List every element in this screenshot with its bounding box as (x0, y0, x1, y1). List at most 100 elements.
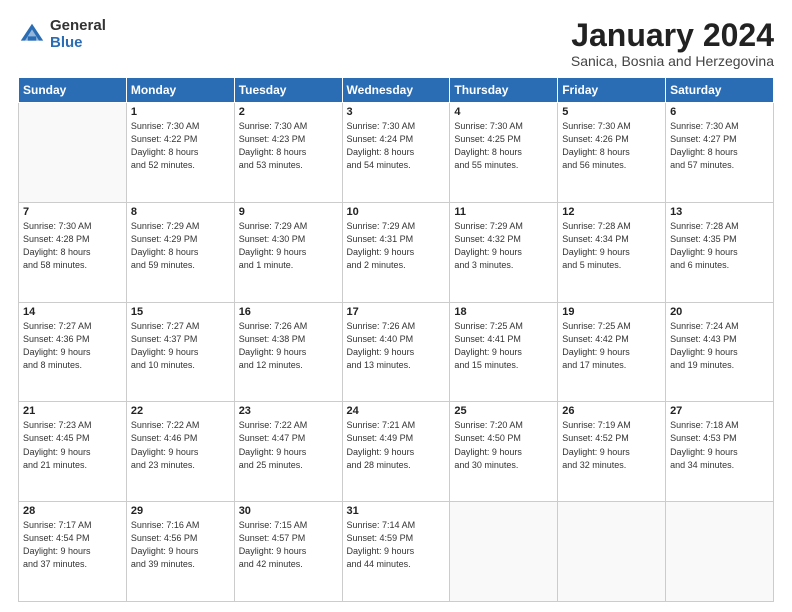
day-detail: Sunrise: 7:27 AM Sunset: 4:37 PM Dayligh… (131, 320, 230, 372)
month-title: January 2024 (571, 18, 774, 53)
day-number: 5 (562, 106, 661, 118)
logo: General Blue (18, 18, 106, 51)
location: Sanica, Bosnia and Herzegovina (571, 53, 774, 69)
day-detail: Sunrise: 7:26 AM Sunset: 4:38 PM Dayligh… (239, 320, 338, 372)
day-detail: Sunrise: 7:30 AM Sunset: 4:25 PM Dayligh… (454, 120, 553, 172)
day-detail: Sunrise: 7:30 AM Sunset: 4:24 PM Dayligh… (347, 120, 446, 172)
calendar-day-cell: 28 Sunrise: 7:17 AM Sunset: 4:54 PM Dayli… (19, 502, 127, 602)
day-number: 23 (239, 405, 338, 417)
logo-icon (18, 21, 46, 49)
weekday-header-cell: Tuesday (234, 78, 342, 103)
calendar-week-row: 7 Sunrise: 7:30 AM Sunset: 4:28 PM Daylig… (19, 202, 774, 302)
calendar-table: SundayMondayTuesdayWednesdayThursdayFrid… (18, 77, 774, 602)
calendar-day-cell (450, 502, 558, 602)
day-detail: Sunrise: 7:30 AM Sunset: 4:27 PM Dayligh… (670, 120, 769, 172)
day-number: 28 (23, 505, 122, 517)
day-detail: Sunrise: 7:30 AM Sunset: 4:23 PM Dayligh… (239, 120, 338, 172)
day-detail: Sunrise: 7:29 AM Sunset: 4:32 PM Dayligh… (454, 220, 553, 272)
day-number: 20 (670, 306, 769, 318)
day-number: 14 (23, 306, 122, 318)
day-number: 16 (239, 306, 338, 318)
day-detail: Sunrise: 7:27 AM Sunset: 4:36 PM Dayligh… (23, 320, 122, 372)
day-detail: Sunrise: 7:24 AM Sunset: 4:43 PM Dayligh… (670, 320, 769, 372)
day-detail: Sunrise: 7:22 AM Sunset: 4:47 PM Dayligh… (239, 419, 338, 471)
calendar-day-cell: 16 Sunrise: 7:26 AM Sunset: 4:38 PM Dayli… (234, 302, 342, 402)
calendar-day-cell: 31 Sunrise: 7:14 AM Sunset: 4:59 PM Dayli… (342, 502, 450, 602)
day-number: 8 (131, 206, 230, 218)
day-number: 11 (454, 206, 553, 218)
day-number: 18 (454, 306, 553, 318)
day-number: 21 (23, 405, 122, 417)
day-number: 9 (239, 206, 338, 218)
day-detail: Sunrise: 7:30 AM Sunset: 4:28 PM Dayligh… (23, 220, 122, 272)
calendar-day-cell: 12Sunrise: 7:28 AM Sunset: 4:34 PM Dayli… (558, 202, 666, 302)
calendar-week-row: 28 Sunrise: 7:17 AM Sunset: 4:54 PM Dayli… (19, 502, 774, 602)
calendar-day-cell: 17Sunrise: 7:26 AM Sunset: 4:40 PM Dayli… (342, 302, 450, 402)
calendar-day-cell: 26Sunrise: 7:19 AM Sunset: 4:52 PM Dayli… (558, 402, 666, 502)
logo-general-text: General (50, 18, 106, 35)
day-number: 24 (347, 405, 446, 417)
day-number: 10 (347, 206, 446, 218)
calendar-week-row: 1 Sunrise: 7:30 AM Sunset: 4:22 PM Daylig… (19, 103, 774, 203)
day-number: 25 (454, 405, 553, 417)
calendar-day-cell: 7 Sunrise: 7:30 AM Sunset: 4:28 PM Daylig… (19, 202, 127, 302)
calendar-day-cell: 6Sunrise: 7:30 AM Sunset: 4:27 PM Daylig… (666, 103, 774, 203)
calendar-week-row: 14 Sunrise: 7:27 AM Sunset: 4:36 PM Dayli… (19, 302, 774, 402)
calendar-day-cell: 3 Sunrise: 7:30 AM Sunset: 4:24 PM Daylig… (342, 103, 450, 203)
day-number: 30 (239, 505, 338, 517)
calendar-day-cell: 30 Sunrise: 7:15 AM Sunset: 4:57 PM Dayli… (234, 502, 342, 602)
day-detail: Sunrise: 7:29 AM Sunset: 4:31 PM Dayligh… (347, 220, 446, 272)
day-detail: Sunrise: 7:15 AM Sunset: 4:57 PM Dayligh… (239, 519, 338, 571)
day-detail: Sunrise: 7:29 AM Sunset: 4:29 PM Dayligh… (131, 220, 230, 272)
day-detail: Sunrise: 7:19 AM Sunset: 4:52 PM Dayligh… (562, 419, 661, 471)
calendar-day-cell (19, 103, 127, 203)
day-number: 17 (347, 306, 446, 318)
weekday-header-cell: Monday (126, 78, 234, 103)
day-number: 12 (562, 206, 661, 218)
day-number: 27 (670, 405, 769, 417)
day-detail: Sunrise: 7:14 AM Sunset: 4:59 PM Dayligh… (347, 519, 446, 571)
day-detail: Sunrise: 7:25 AM Sunset: 4:41 PM Dayligh… (454, 320, 553, 372)
calendar-day-cell: 29Sunrise: 7:16 AM Sunset: 4:56 PM Dayli… (126, 502, 234, 602)
day-number: 19 (562, 306, 661, 318)
day-number: 3 (347, 106, 446, 118)
calendar-day-cell: 18 Sunrise: 7:25 AM Sunset: 4:41 PM Dayli… (450, 302, 558, 402)
calendar-day-cell: 9Sunrise: 7:29 AM Sunset: 4:30 PM Daylig… (234, 202, 342, 302)
logo-text: General Blue (50, 18, 106, 51)
calendar-day-cell: 24Sunrise: 7:21 AM Sunset: 4:49 PM Dayli… (342, 402, 450, 502)
day-detail: Sunrise: 7:30 AM Sunset: 4:22 PM Dayligh… (131, 120, 230, 172)
calendar-day-cell (666, 502, 774, 602)
day-detail: Sunrise: 7:16 AM Sunset: 4:56 PM Dayligh… (131, 519, 230, 571)
calendar-day-cell: 5 Sunrise: 7:30 AM Sunset: 4:26 PM Daylig… (558, 103, 666, 203)
calendar-day-cell: 14 Sunrise: 7:27 AM Sunset: 4:36 PM Dayli… (19, 302, 127, 402)
day-number: 22 (131, 405, 230, 417)
day-detail: Sunrise: 7:22 AM Sunset: 4:46 PM Dayligh… (131, 419, 230, 471)
day-detail: Sunrise: 7:20 AM Sunset: 4:50 PM Dayligh… (454, 419, 553, 471)
day-detail: Sunrise: 7:17 AM Sunset: 4:54 PM Dayligh… (23, 519, 122, 571)
title-block: January 2024 Sanica, Bosnia and Herzegov… (571, 18, 774, 69)
day-detail: Sunrise: 7:23 AM Sunset: 4:45 PM Dayligh… (23, 419, 122, 471)
day-number: 15 (131, 306, 230, 318)
day-detail: Sunrise: 7:30 AM Sunset: 4:26 PM Dayligh… (562, 120, 661, 172)
day-number: 13 (670, 206, 769, 218)
calendar-week-row: 21 Sunrise: 7:23 AM Sunset: 4:45 PM Dayli… (19, 402, 774, 502)
day-detail: Sunrise: 7:28 AM Sunset: 4:35 PM Dayligh… (670, 220, 769, 272)
calendar-day-cell: 15 Sunrise: 7:27 AM Sunset: 4:37 PM Dayli… (126, 302, 234, 402)
day-number: 2 (239, 106, 338, 118)
day-detail: Sunrise: 7:18 AM Sunset: 4:53 PM Dayligh… (670, 419, 769, 471)
day-number: 31 (347, 505, 446, 517)
calendar-day-cell: 22 Sunrise: 7:22 AM Sunset: 4:46 PM Dayli… (126, 402, 234, 502)
calendar-day-cell: 25 Sunrise: 7:20 AM Sunset: 4:50 PM Dayli… (450, 402, 558, 502)
page: General Blue January 2024 Sanica, Bosnia… (0, 0, 792, 612)
weekday-header-cell: Sunday (19, 78, 127, 103)
calendar-day-cell (558, 502, 666, 602)
day-number: 1 (131, 106, 230, 118)
day-number: 7 (23, 206, 122, 218)
calendar-day-cell: 19Sunrise: 7:25 AM Sunset: 4:42 PM Dayli… (558, 302, 666, 402)
calendar-day-cell: 20 Sunrise: 7:24 AM Sunset: 4:43 PM Dayli… (666, 302, 774, 402)
weekday-header-cell: Wednesday (342, 78, 450, 103)
calendar-day-cell: 13 Sunrise: 7:28 AM Sunset: 4:35 PM Dayli… (666, 202, 774, 302)
calendar-day-cell: 27 Sunrise: 7:18 AM Sunset: 4:53 PM Dayli… (666, 402, 774, 502)
calendar-day-cell: 1 Sunrise: 7:30 AM Sunset: 4:22 PM Daylig… (126, 103, 234, 203)
weekday-header-cell: Thursday (450, 78, 558, 103)
